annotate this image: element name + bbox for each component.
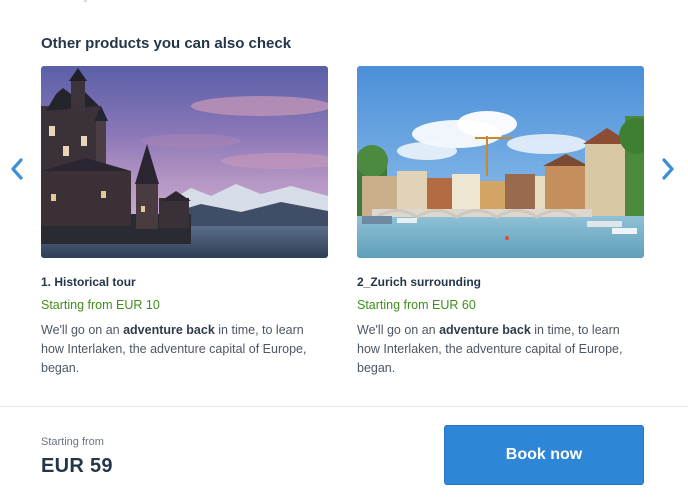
book-now-button[interactable]: Book now: [444, 425, 644, 485]
description-highlight: adventure back: [439, 323, 531, 337]
section-title: Other products you can also check: [41, 35, 292, 52]
description-text: We'll go on an: [41, 323, 124, 337]
description-text: We'll go on an: [357, 323, 440, 337]
chevron-left-icon: [11, 158, 23, 180]
product-description: We'll go on an adventure back in time, t…: [357, 321, 644, 378]
carousel-next-button[interactable]: [660, 156, 676, 182]
top-edge-mark: [84, 0, 87, 2]
product-title[interactable]: 2_Zurich surrounding: [357, 275, 644, 289]
carousel-prev-button[interactable]: [9, 156, 25, 182]
product-card[interactable]: 2_Zurich surrounding Starting from EUR 6…: [357, 66, 644, 378]
top-edge: [0, 0, 688, 6]
product-price: Starting from EUR 10: [41, 298, 160, 312]
chevron-right-icon: [662, 158, 674, 180]
starting-price: EUR 59: [41, 455, 113, 477]
product-card[interactable]: 1. Historical tour Starting from EUR 10 …: [41, 66, 328, 378]
footer-divider: [0, 406, 688, 407]
product-description: We'll go on an adventure back in time, t…: [41, 321, 328, 378]
description-highlight: adventure back: [123, 323, 215, 337]
product-photo-zurich-river[interactable]: [357, 66, 644, 258]
starting-from-label: Starting from: [41, 436, 104, 448]
product-price: Starting from EUR 60: [357, 298, 476, 312]
product-photo-castle-lake[interactable]: [41, 66, 328, 258]
product-title[interactable]: 1. Historical tour: [41, 275, 328, 289]
